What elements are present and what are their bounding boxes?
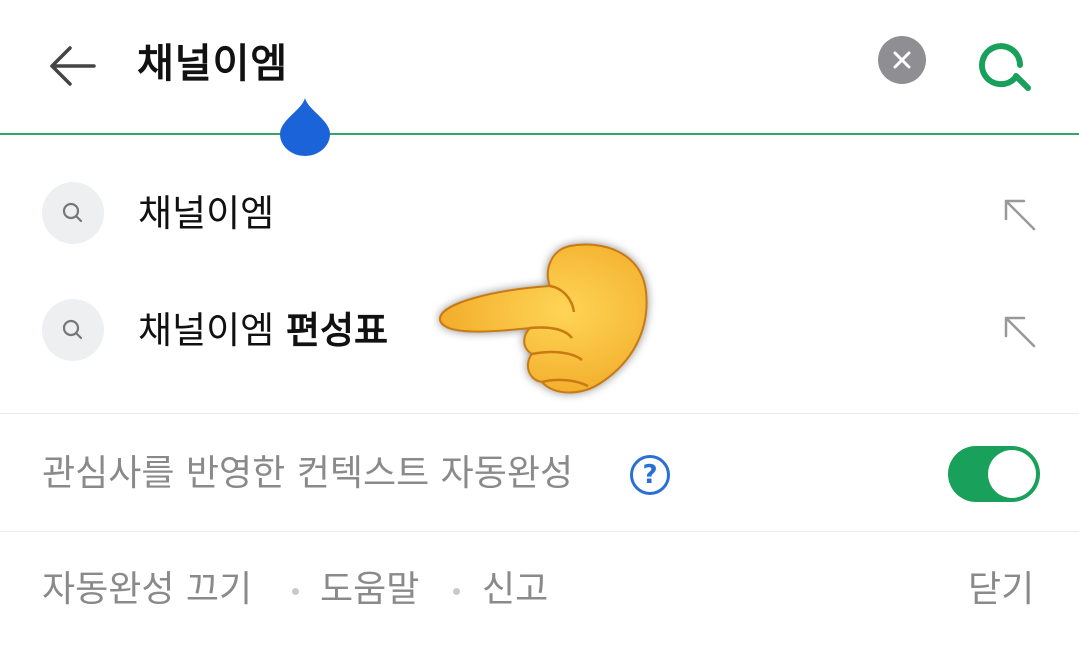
autocomplete-screen: 채널이엠 채널이엠 채널이엠 편성표 관심사를 반영한 컨텍스트 자동완성 ? … (0, 0, 1079, 645)
divider (0, 531, 1079, 532)
suggestion-text: 채널이엠 편성표 (138, 306, 388, 356)
suggestion-prefix: 채널이엠 (138, 309, 286, 352)
separator-dot (292, 588, 299, 595)
turn-off-autocomplete-link[interactable]: 자동완성 끄기 (42, 564, 252, 616)
fill-query-arrow-icon[interactable] (1000, 312, 1040, 352)
search-bar: 채널이엠 (0, 0, 1079, 156)
divider (0, 413, 1079, 414)
suggestion-text: 채널이엠 (138, 189, 274, 239)
search-icon (42, 182, 104, 244)
fill-query-arrow-icon[interactable] (1000, 195, 1040, 235)
suggestion-highlight: 편성표 (285, 309, 389, 352)
close-icon (893, 51, 911, 69)
separator-dot (453, 588, 460, 595)
pointing-hand-icon (432, 232, 662, 404)
context-autocomplete-label: 관심사를 반영한 컨텍스트 자동완성 (42, 453, 574, 494)
search-input[interactable]: 채널이엠 (137, 36, 288, 92)
clear-search-button[interactable] (878, 36, 926, 84)
context-autocomplete-toggle[interactable] (948, 446, 1040, 502)
text-cursor-handle-icon[interactable] (278, 96, 332, 156)
toggle-knob (988, 450, 1036, 498)
search-icon[interactable] (970, 30, 1036, 96)
suggestion-prefix: 채널이엠 (138, 192, 275, 235)
search-icon (42, 299, 104, 361)
back-arrow-icon[interactable] (42, 36, 102, 96)
help-link[interactable]: 도움말 (320, 564, 419, 616)
report-link[interactable]: 신고 (482, 564, 548, 616)
help-icon[interactable]: ? (630, 455, 670, 495)
close-button[interactable]: 닫기 (968, 564, 1034, 616)
